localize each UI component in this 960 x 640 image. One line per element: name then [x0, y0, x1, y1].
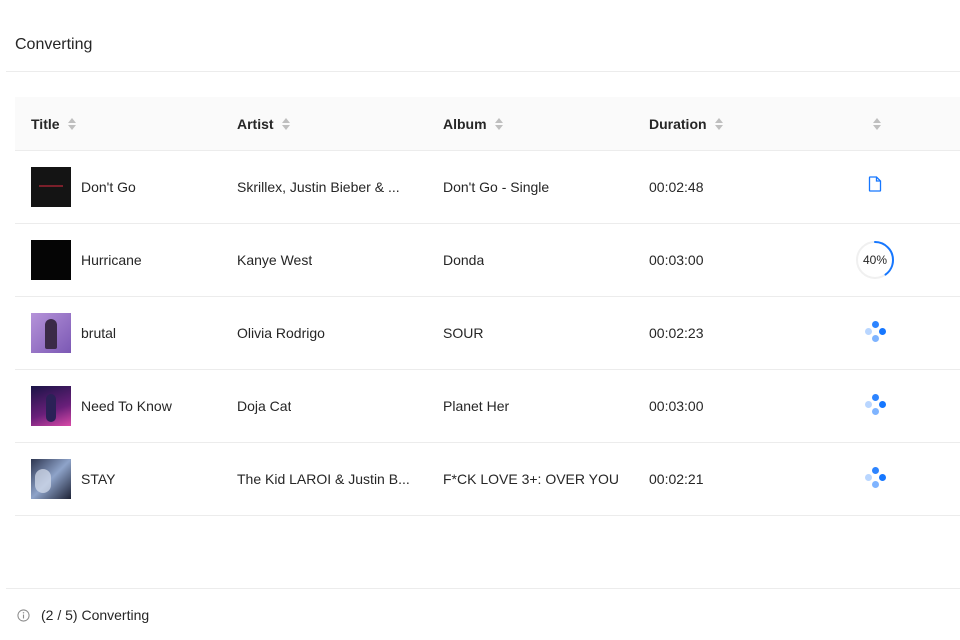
track-artist: Olivia Rodrigo [237, 325, 325, 341]
table-row[interactable]: Don't Go Skrillex, Justin Bieber & ... D… [15, 151, 960, 224]
sort-icon[interactable] [67, 118, 76, 130]
title-cell: Don't Go [31, 151, 221, 223]
column-header-label: Album [443, 116, 487, 132]
duration-cell: 00:02:21 [649, 443, 799, 515]
track-duration: 00:02:48 [649, 179, 704, 195]
album-cell: Donda [443, 224, 633, 296]
page-title: Converting [15, 36, 93, 53]
artist-cell: Skrillex, Justin Bieber & ... [237, 151, 412, 223]
loading-dots-icon [862, 391, 888, 417]
column-header-label: Title [31, 116, 60, 132]
column-header-label: Artist [237, 116, 274, 132]
converting-table: Title Artist Album Duration Don't Go Skr… [15, 97, 960, 516]
sort-icon[interactable] [873, 118, 881, 130]
track-duration: 00:03:00 [649, 398, 704, 414]
album-cover [31, 313, 71, 353]
track-album: SOUR [443, 325, 484, 341]
sort-icon[interactable] [494, 118, 503, 130]
table-row[interactable]: Hurricane Kanye West Donda 00:03:00 40% [15, 224, 960, 297]
track-album: Planet Her [443, 398, 510, 414]
track-title: brutal [81, 325, 117, 341]
album-cell: F*CK LOVE 3+: OVER YOU [443, 443, 633, 515]
track-artist: Skrillex, Justin Bieber & ... [237, 179, 400, 195]
column-header-artist[interactable]: Artist [237, 97, 290, 151]
table-row[interactable]: brutal Olivia Rodrigo SOUR 00:02:23 [15, 297, 960, 370]
sort-icon[interactable] [281, 118, 290, 130]
track-duration: 00:02:23 [649, 325, 704, 341]
album-cover [31, 386, 71, 426]
track-title: Need To Know [81, 398, 172, 414]
title-cell: STAY [31, 443, 221, 515]
duration-cell: 00:02:48 [649, 151, 799, 223]
status-bar: (2 / 5) Converting [6, 588, 960, 640]
table-header: Title Artist Album Duration [15, 97, 960, 151]
track-artist: Doja Cat [237, 398, 292, 414]
track-title: STAY [81, 471, 116, 487]
column-header-album[interactable]: Album [443, 97, 503, 151]
status-cell [845, 443, 905, 515]
track-title: Don't Go [81, 179, 136, 195]
album-cell: Don't Go - Single [443, 151, 633, 223]
column-header-title[interactable]: Title [31, 97, 76, 151]
artist-cell: Olivia Rodrigo [237, 297, 412, 369]
artist-cell: Kanye West [237, 224, 412, 296]
track-album: F*CK LOVE 3+: OVER YOU [443, 471, 619, 487]
track-artist: The Kid LAROI & Justin B... [237, 471, 410, 487]
album-cell: SOUR [443, 297, 633, 369]
track-album: Donda [443, 252, 485, 268]
progress-ring: 40% [855, 240, 895, 280]
status-cell [845, 151, 905, 223]
track-album: Don't Go - Single [443, 179, 550, 195]
duration-cell: 00:03:00 [649, 224, 799, 296]
album-cover [31, 459, 71, 499]
sort-icon[interactable] [714, 118, 723, 130]
duration-cell: 00:02:23 [649, 297, 799, 369]
status-cell [845, 370, 905, 442]
album-cell: Planet Her [443, 370, 633, 442]
conversion-status: (2 / 5) Converting [17, 607, 149, 623]
track-duration: 00:02:21 [649, 471, 704, 487]
track-duration: 00:03:00 [649, 252, 704, 268]
loading-dots-icon [862, 464, 888, 490]
progress-label: 40% [862, 253, 888, 267]
track-title: Hurricane [81, 252, 142, 268]
table-row[interactable]: STAY The Kid LAROI & Justin B... F*CK LO… [15, 443, 960, 516]
artist-cell: The Kid LAROI & Justin B... [237, 443, 412, 515]
page-header: Converting [6, 0, 960, 72]
loading-dots-icon [862, 318, 888, 344]
album-cover [31, 240, 71, 280]
title-cell: Hurricane [31, 224, 221, 296]
conversion-status-text: (2 / 5) Converting [41, 607, 150, 623]
info-icon [17, 608, 30, 622]
duration-cell: 00:03:00 [649, 370, 799, 442]
title-cell: Need To Know [31, 370, 221, 442]
album-cover [31, 167, 71, 207]
status-cell [845, 297, 905, 369]
artist-cell: Doja Cat [237, 370, 412, 442]
column-header-duration[interactable]: Duration [649, 97, 723, 151]
status-cell: 40% [845, 224, 905, 296]
file-icon[interactable] [868, 176, 882, 195]
track-artist: Kanye West [237, 252, 313, 268]
column-header-label: Duration [649, 116, 707, 132]
title-cell: brutal [31, 297, 221, 369]
column-header-status[interactable] [865, 97, 881, 151]
table-row[interactable]: Need To Know Doja Cat Planet Her 00:03:0… [15, 370, 960, 443]
